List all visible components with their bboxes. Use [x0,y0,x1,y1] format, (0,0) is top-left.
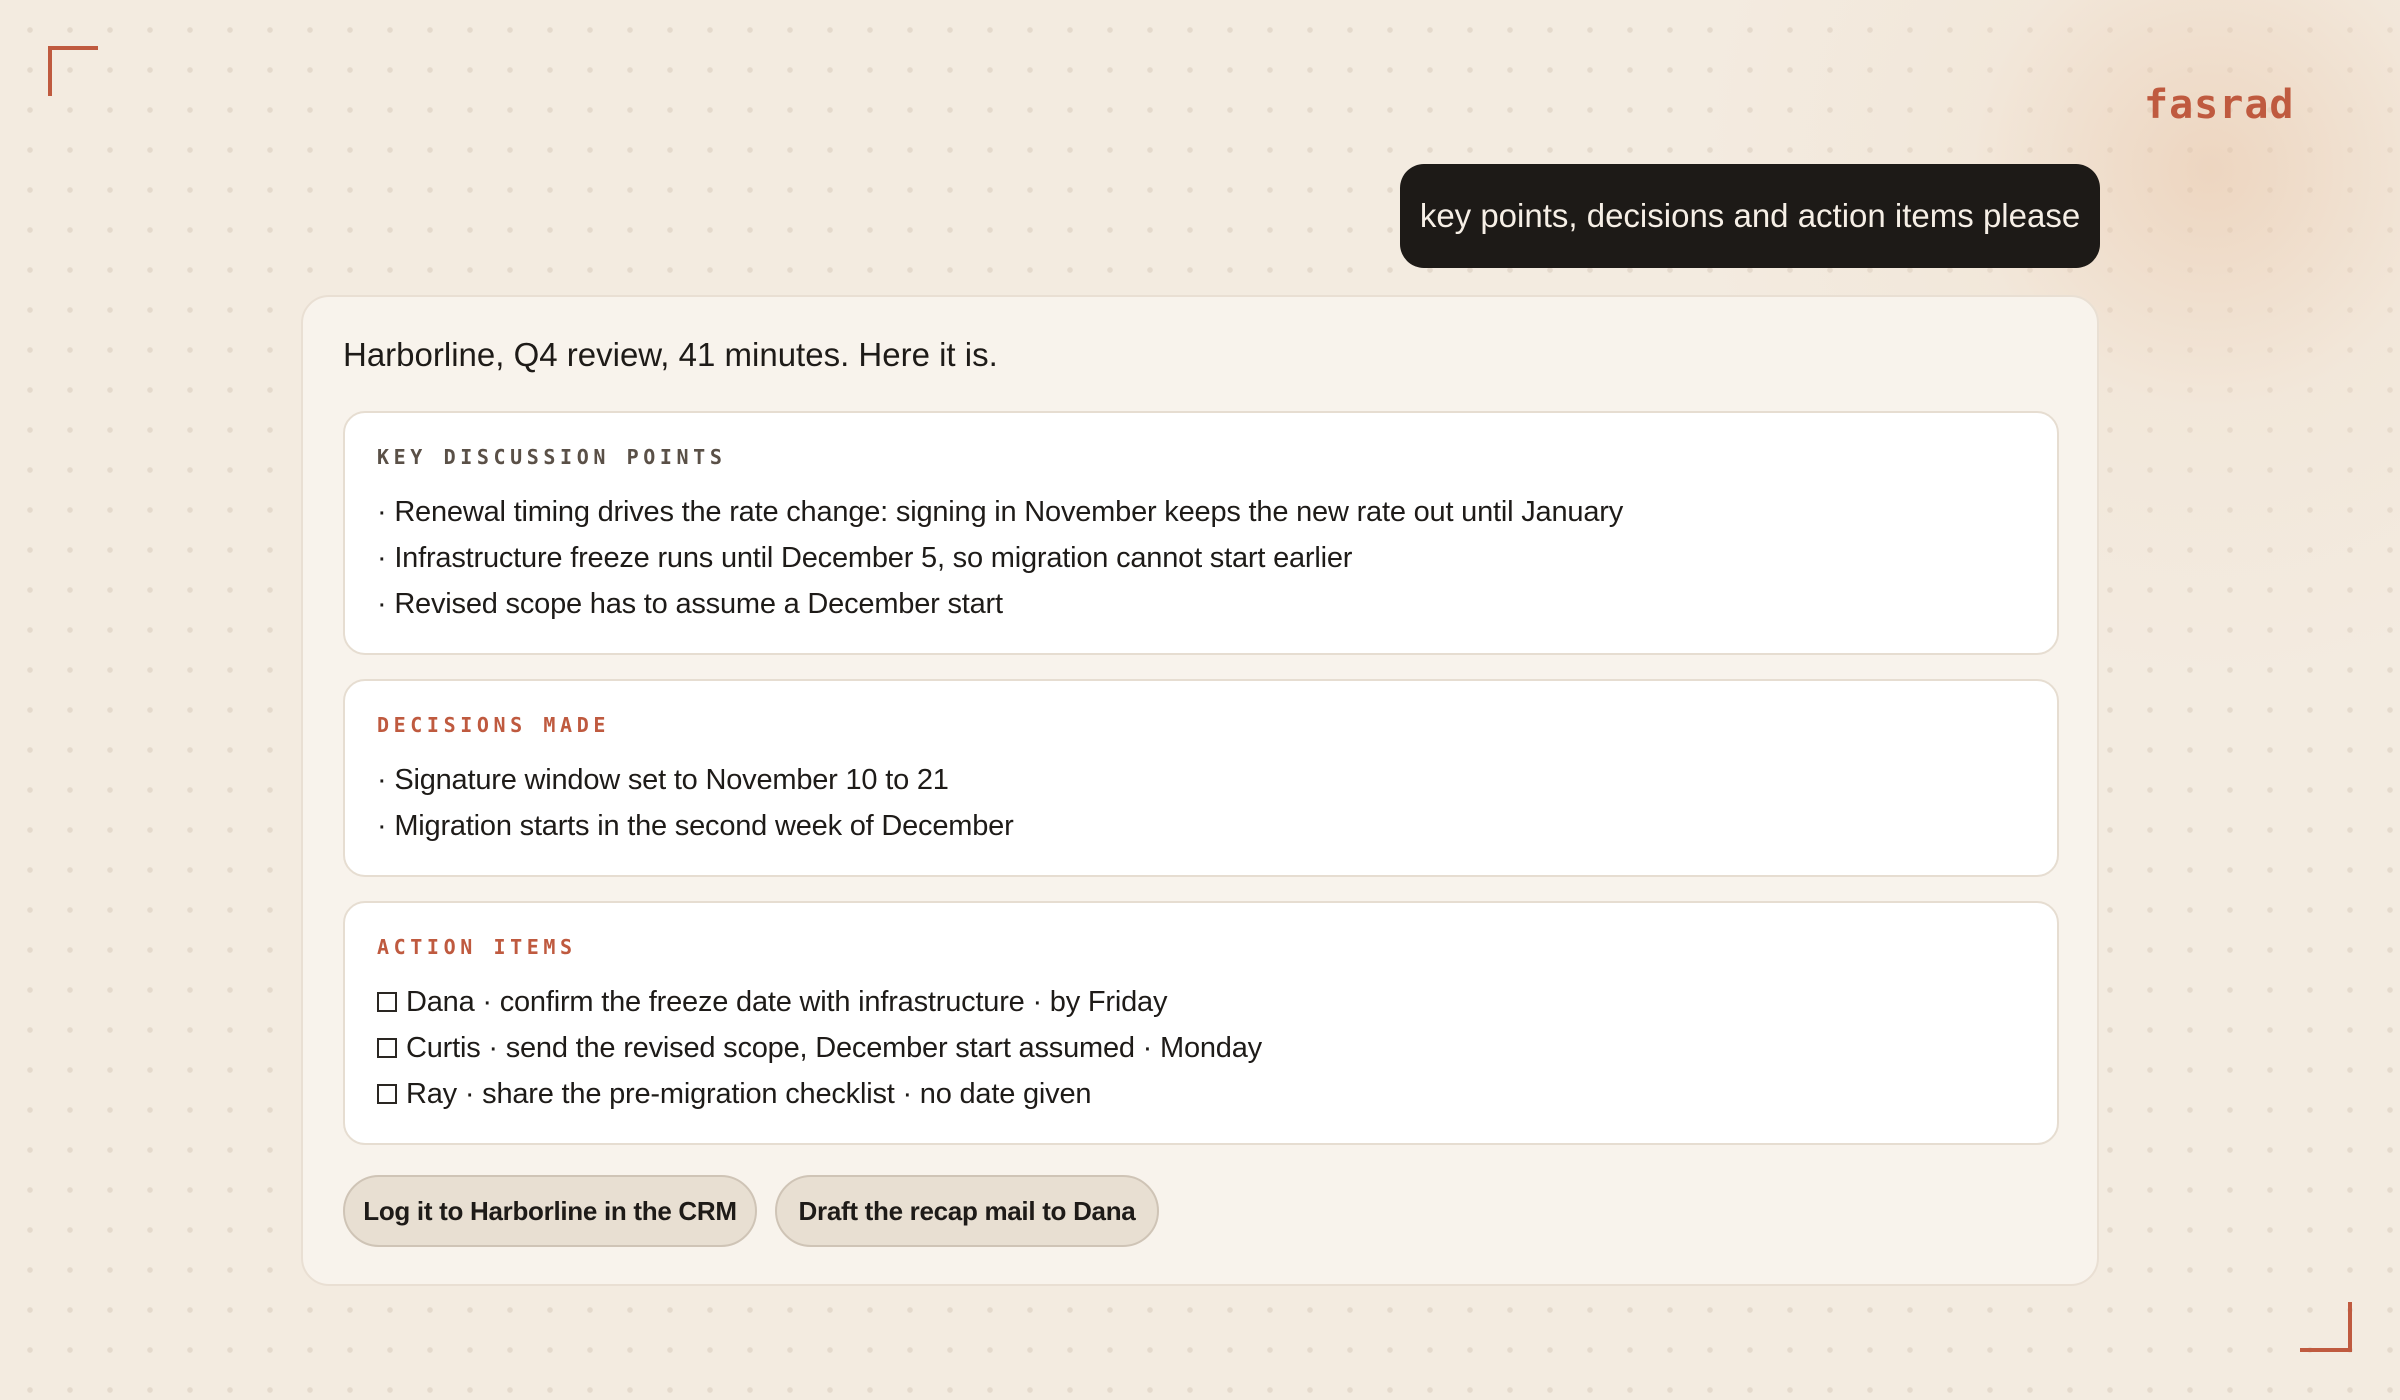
brand-logo: fasrad [2144,82,2295,128]
list-item: · Migration starts in the second week of… [377,810,1014,842]
list-item: · Infrastructure freeze runs until Decem… [377,542,1353,574]
key-points-list: · Renewal timing drives the rate change:… [377,489,1623,627]
assistant-intro-text: Harborline, Q4 review, 41 minutes. Here … [343,336,998,373]
decisions-made-card: DECISIONS MADE · Signature window set to… [343,679,2059,877]
corner-bracket-bottom-right [2300,1302,2352,1352]
action-item-text: Dana · confirm the freeze date with infr… [406,986,1168,1018]
log-to-crm-button[interactable]: Log it to Harborline in the CRM [343,1175,757,1247]
corner-bracket-top-left [48,46,98,96]
section-heading-action-items: ACTION ITEMS [377,935,577,959]
action-item: Curtis · send the revised scope, Decembe… [377,1025,1262,1071]
list-item: · Signature window set to November 10 to… [377,764,949,796]
action-item: Dana · confirm the freeze date with infr… [377,979,1262,1025]
section-heading-key-points: KEY DISCUSSION POINTS [377,445,727,469]
assistant-message-card: Harborline, Q4 review, 41 minutes. Here … [301,295,2099,1286]
checkbox-unchecked-icon[interactable] [377,1084,397,1104]
action-items-card: ACTION ITEMS Dana · confirm the freeze d… [343,901,2059,1145]
list-item: · Revised scope has to assume a December… [377,588,1003,620]
action-item-text: Curtis · send the revised scope, Decembe… [406,1032,1262,1064]
decisions-list: · Signature window set to November 10 to… [377,757,1014,849]
checkbox-unchecked-icon[interactable] [377,992,397,1012]
checkbox-unchecked-icon[interactable] [377,1038,397,1058]
draft-recap-mail-button[interactable]: Draft the recap mail to Dana [775,1175,1159,1247]
action-item-text: Ray · share the pre-migration checklist … [406,1078,1092,1110]
action-item: Ray · share the pre-migration checklist … [377,1071,1262,1117]
action-items-list: Dana · confirm the freeze date with infr… [377,979,1262,1117]
key-discussion-points-card: KEY DISCUSSION POINTS · Renewal timing d… [343,411,2059,655]
list-item: · Renewal timing drives the rate change:… [377,496,1624,528]
section-heading-decisions: DECISIONS MADE [377,713,610,737]
user-message-bubble: key points, decisions and action items p… [1400,164,2100,268]
